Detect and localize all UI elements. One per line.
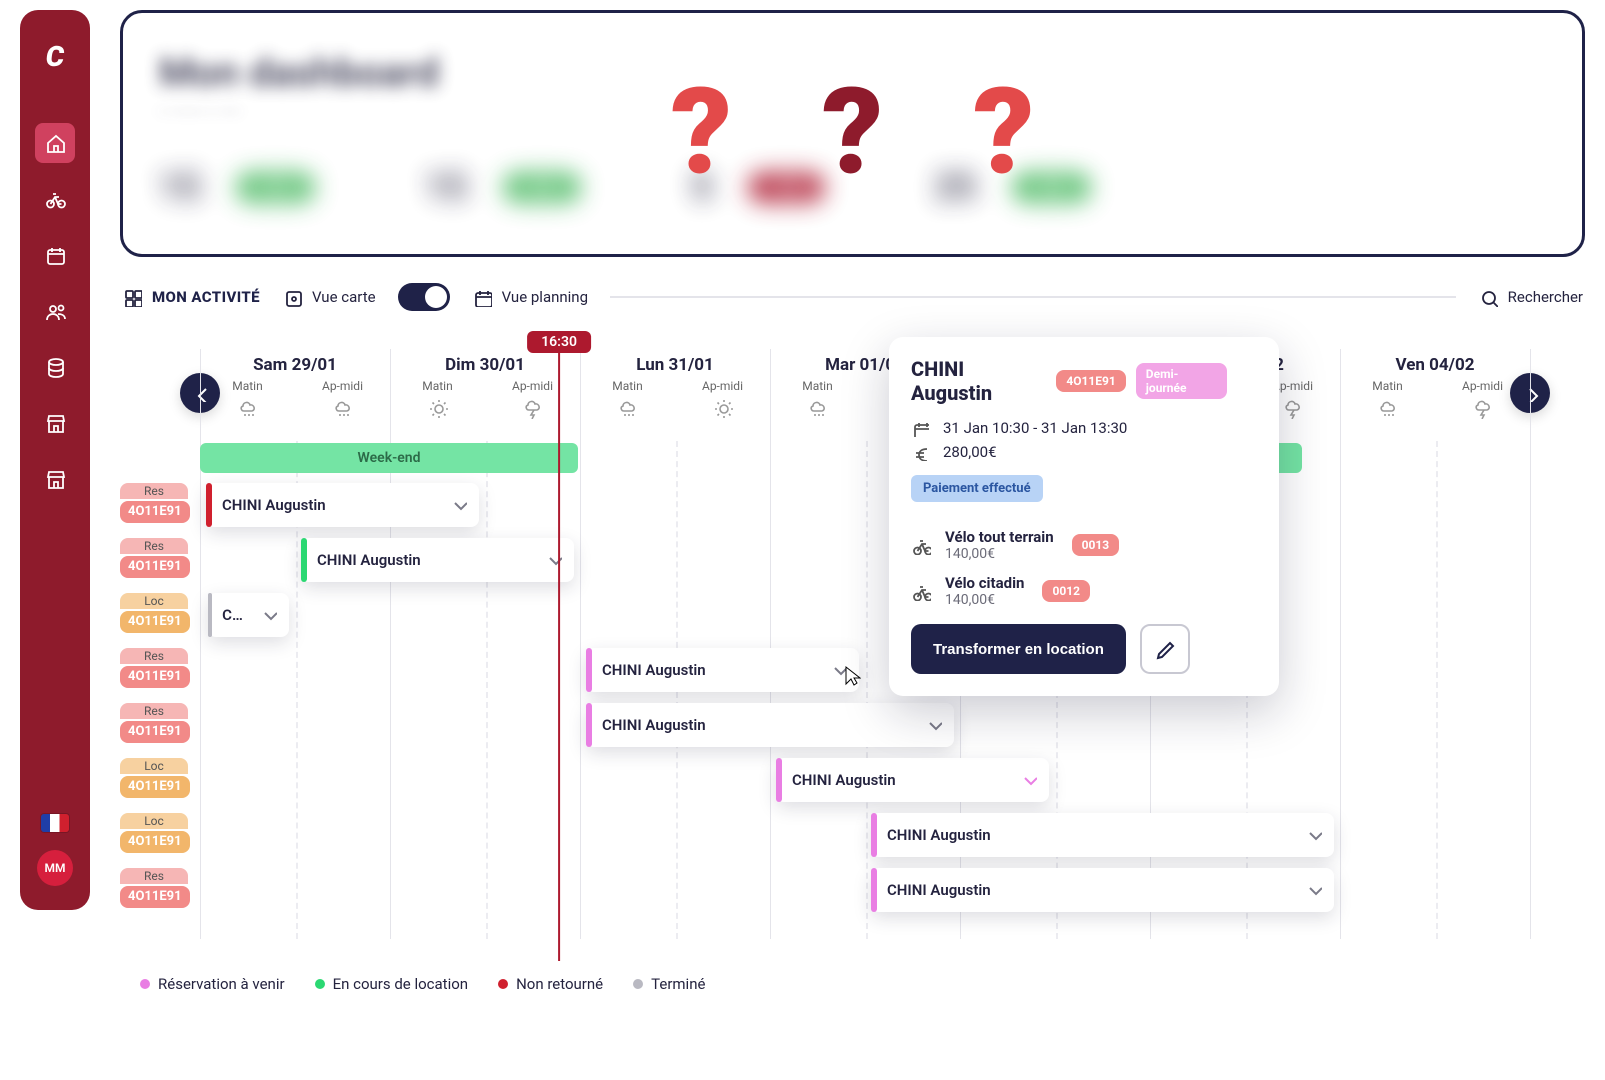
current-time-marker: 16:30 bbox=[527, 331, 591, 961]
pen-icon bbox=[1154, 638, 1176, 660]
nav-home[interactable] bbox=[35, 123, 75, 163]
home-icon bbox=[44, 132, 66, 154]
row-label: Loc4O11E91 bbox=[120, 593, 188, 633]
view-map-toggle[interactable]: Vue carte bbox=[282, 287, 376, 307]
popover-code-badge: 4O11E91 bbox=[1056, 370, 1125, 392]
database-icon bbox=[44, 356, 66, 378]
legend-item: Terminé bbox=[633, 975, 705, 993]
bike-icon bbox=[911, 535, 931, 555]
chevron-down-icon bbox=[1019, 769, 1037, 787]
popover-item: Vélo citadin140,00€0012 bbox=[911, 574, 1257, 608]
day-header: Lun 31/01MatinAp-midi bbox=[580, 349, 770, 422]
reservation-card[interactable]: CHINI Augustin bbox=[206, 483, 479, 527]
bike-icon bbox=[911, 581, 931, 601]
activity-label: MON ACTIVITÉ bbox=[122, 287, 260, 307]
user-avatar[interactable]: MM bbox=[37, 850, 73, 886]
payment-status-badge: Paiement effectué bbox=[911, 475, 1043, 502]
sidebar: C MM bbox=[20, 10, 90, 910]
nav-merchants[interactable] bbox=[35, 459, 75, 499]
dashboard-title: Mon dashboard bbox=[159, 49, 1546, 96]
popover-date-line: 31 Jan 10:30 - 31 Jan 13:30 bbox=[911, 419, 1257, 437]
reservation-card[interactable]: CHI.. bbox=[208, 593, 289, 637]
language-flag[interactable] bbox=[41, 814, 69, 832]
row-label: Loc4O11E91 bbox=[120, 758, 188, 798]
popover-close-button[interactable] bbox=[1237, 369, 1257, 393]
legend-item: En cours de location bbox=[315, 975, 469, 993]
brand-logo: C bbox=[43, 40, 66, 73]
popover-duration-badge: Demi-journée bbox=[1136, 363, 1227, 399]
transform-to-rental-button[interactable]: Transformer en location bbox=[911, 624, 1126, 674]
popover-total-line: 280,00€ bbox=[911, 443, 1257, 461]
calendar-icon bbox=[911, 419, 929, 437]
merchants-icon bbox=[44, 468, 66, 490]
legend: Réservation à venir En cours de location N… bbox=[140, 975, 1585, 993]
row-label: Res4O11E91 bbox=[120, 648, 188, 688]
chevron-down-icon bbox=[924, 714, 942, 732]
dashboard-card: Mon dashboard -- -------- -- ----- 15+25… bbox=[120, 10, 1585, 257]
search-icon bbox=[1478, 287, 1498, 307]
planning-view: Sam 29/01MatinAp-midiDim 30/01MatinAp-mi… bbox=[120, 331, 1585, 963]
nav-calendar[interactable] bbox=[35, 235, 75, 275]
nav-bike[interactable] bbox=[35, 179, 75, 219]
weekend-bar: Week-end bbox=[200, 443, 578, 473]
edit-button[interactable] bbox=[1140, 624, 1190, 674]
item-code-badge: 0013 bbox=[1072, 534, 1120, 556]
shop-icon bbox=[44, 412, 66, 434]
map-icon bbox=[282, 287, 302, 307]
reservation-card[interactable]: CHINI Augustin bbox=[871, 868, 1334, 912]
chevron-down-icon bbox=[1304, 824, 1322, 842]
row-label: Res4O11E91 bbox=[120, 703, 188, 743]
nav-users[interactable] bbox=[35, 291, 75, 331]
day-header: Sam 29/01MatinAp-midi bbox=[200, 349, 390, 422]
legend-item: Non retourné bbox=[498, 975, 603, 993]
chevron-down-icon bbox=[1304, 879, 1322, 897]
legend-item: Réservation à venir bbox=[140, 975, 285, 993]
cursor-pointer-graphic bbox=[841, 664, 861, 686]
calendar-icon bbox=[472, 287, 492, 307]
view-switch[interactable] bbox=[398, 283, 450, 311]
row-label: Loc4O11E91 bbox=[120, 813, 188, 853]
reservation-popover: CHINI Augustin 4O11E91 Demi-journée 31 J… bbox=[889, 337, 1279, 696]
users-icon bbox=[44, 300, 66, 322]
item-code-badge: 0012 bbox=[1042, 580, 1090, 602]
dashboard-subtitle: -- -------- -- ----- bbox=[159, 102, 1546, 120]
reservation-card[interactable]: CHINI Augustin bbox=[586, 703, 954, 747]
calendar-icon bbox=[44, 244, 66, 266]
day-header: Ven 04/02MatinAp-midi bbox=[1340, 349, 1530, 422]
reservation-card[interactable]: CHINI Augustin bbox=[871, 813, 1334, 857]
reservation-card[interactable]: CHINI Augustin bbox=[776, 758, 1049, 802]
row-label: Res4O11E91 bbox=[120, 483, 188, 523]
search-button[interactable]: Rechercher bbox=[1478, 287, 1583, 307]
euro-icon bbox=[911, 443, 929, 461]
chevron-down-icon bbox=[259, 604, 277, 622]
popover-item: Vélo tout terrain140,00€0013 bbox=[911, 528, 1257, 562]
row-label: Res4O11E91 bbox=[120, 538, 188, 578]
popover-title: CHINI Augustin bbox=[911, 357, 1046, 405]
bike-icon bbox=[44, 188, 66, 210]
chevron-down-icon bbox=[449, 494, 467, 512]
reservation-card[interactable]: CHINI Augustin bbox=[586, 648, 859, 692]
row-label: Res4O11E91 bbox=[120, 868, 188, 908]
activity-toolbar: MON ACTIVITÉ Vue carte Vue planning Rech… bbox=[120, 277, 1585, 317]
nav-database[interactable] bbox=[35, 347, 75, 387]
nav-shop[interactable] bbox=[35, 403, 75, 443]
close-icon bbox=[1237, 369, 1257, 389]
view-planning-toggle[interactable]: Vue planning bbox=[472, 287, 588, 307]
main-content: Mon dashboard -- -------- -- ----- 15+25… bbox=[120, 10, 1585, 1080]
grid-icon bbox=[122, 287, 142, 307]
